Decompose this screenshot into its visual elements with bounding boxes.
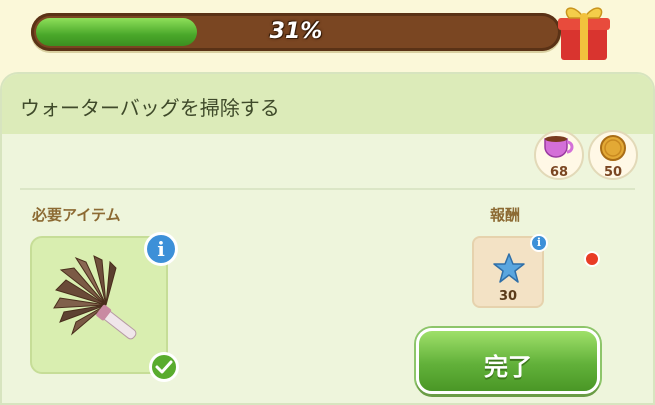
check-icon [149,352,179,382]
resource-coin: 50 [588,130,638,180]
resource-teacup: 68 [534,130,584,180]
progress-label: 31% [269,19,323,44]
done-button[interactable]: 完了 [416,328,600,394]
resource-value: 68 [549,165,569,180]
reward-label: 報酬 [490,206,521,224]
reward-value: 30 [498,289,518,304]
reward-info-icon[interactable]: i [530,234,548,252]
teacup-icon [544,136,574,158]
info-icon[interactable]: i [144,232,178,266]
task-title: ウォーターバッグを掃除する [20,96,280,120]
panel-header: ウォーターバッグを掃除する [2,74,653,134]
done-button-label: 完了 [484,353,532,381]
notification-dot [584,251,600,267]
task-panel: ウォーターバッグを掃除する 68 50 必要アイテム 報酬 i i 30 完了 [0,72,655,405]
gift-box-icon[interactable] [553,0,615,62]
blue-star-icon [493,253,525,283]
feather-duster-icon [53,255,137,340]
resource-value: 50 [603,165,623,180]
gold-coin-icon [600,135,626,161]
required-item-card[interactable]: i [30,232,179,382]
required-items-label: 必要アイテム [32,206,121,224]
reward-card[interactable]: i 30 [472,234,548,308]
divider [20,188,635,190]
progress-bar: 31% [31,13,561,51]
